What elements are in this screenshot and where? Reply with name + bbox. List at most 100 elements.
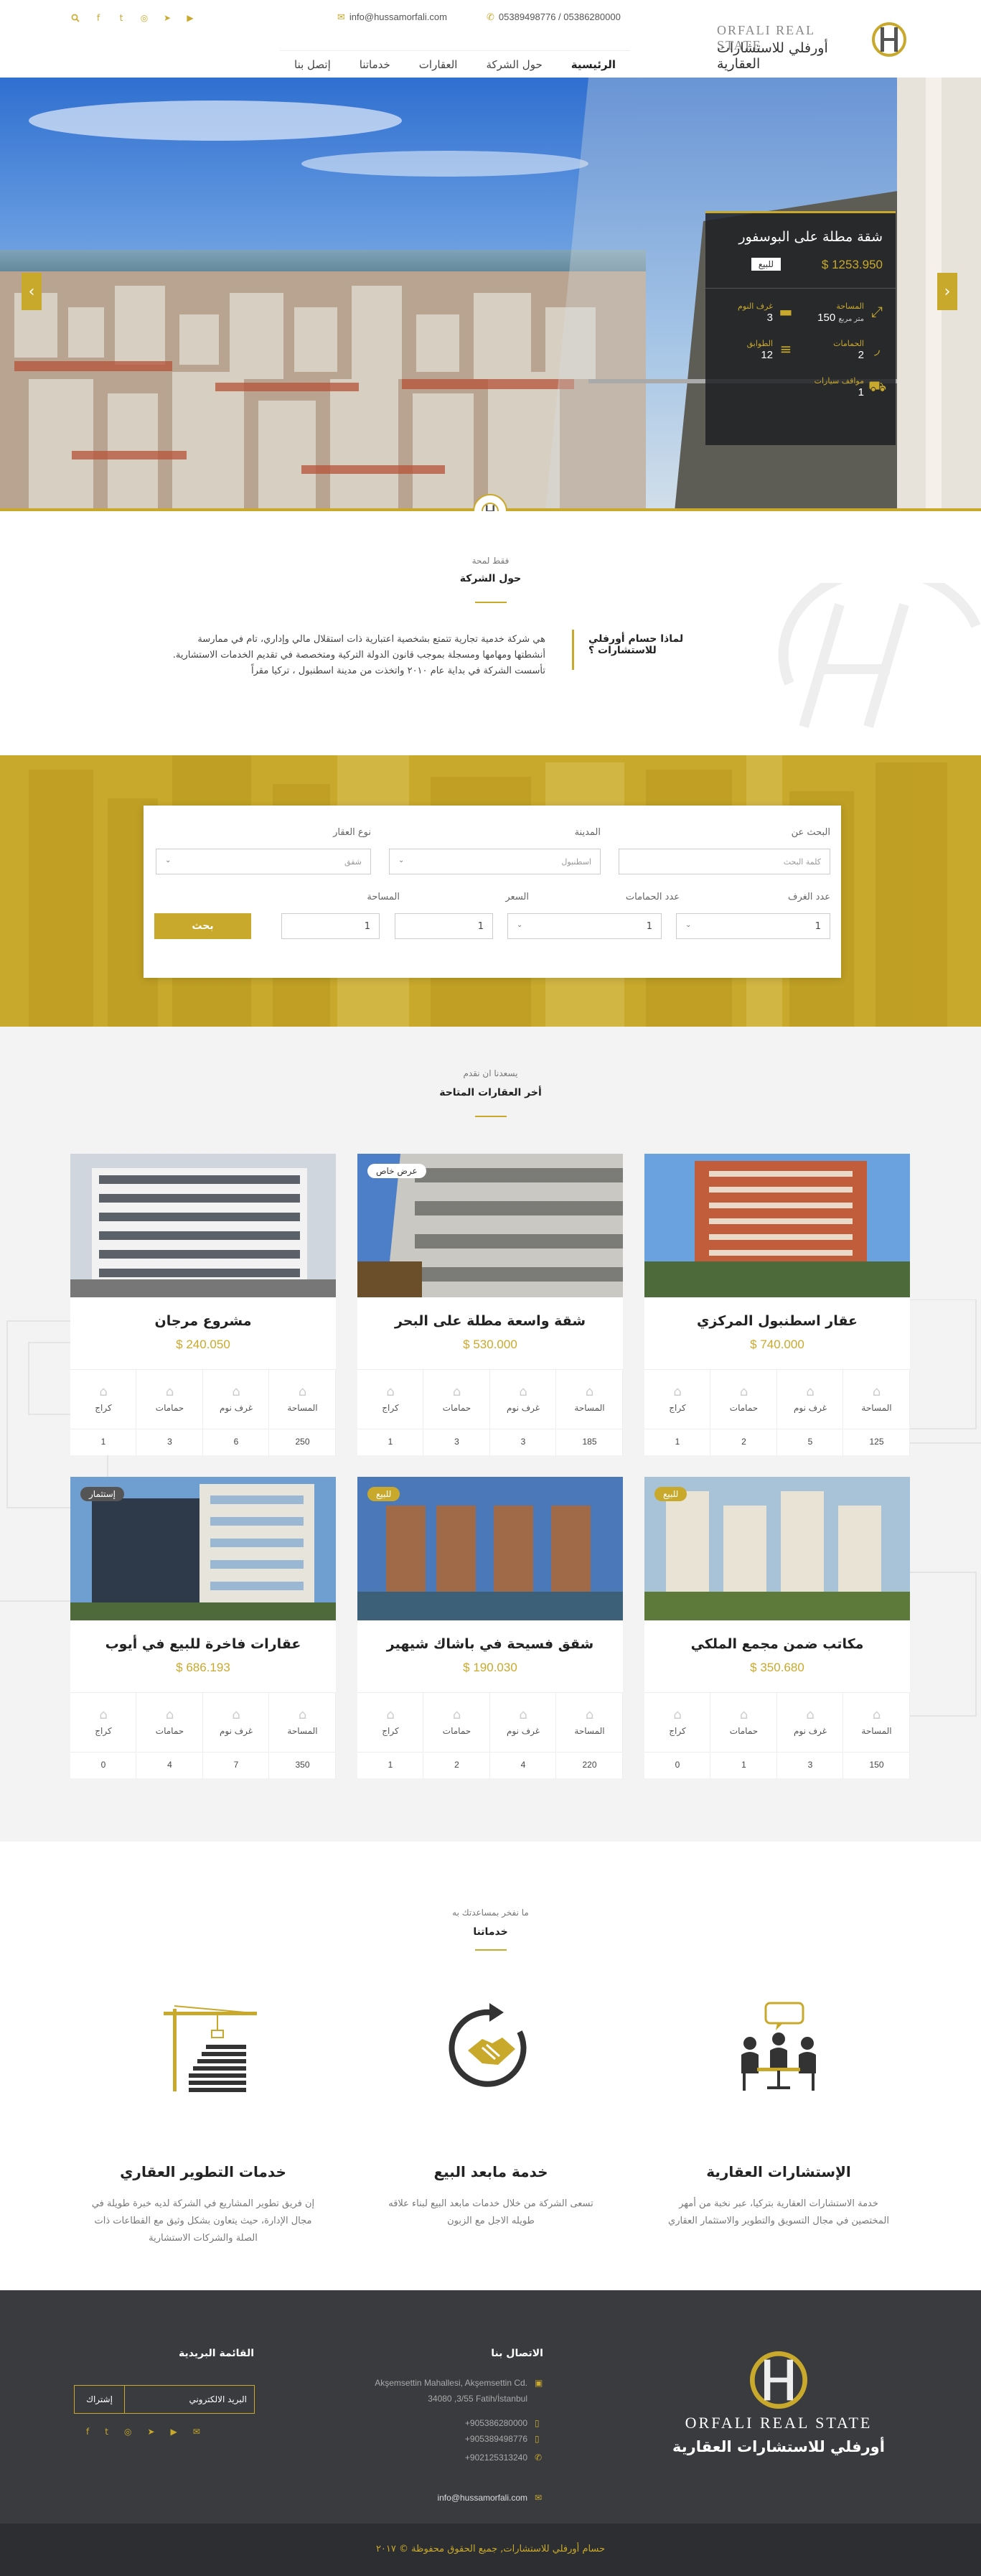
slider-prev-button[interactable]: ‹ — [22, 273, 42, 310]
label-city: المدينة — [574, 827, 601, 838]
services-subtitle: ما نفخر بمساعدتك به — [452, 1908, 529, 1918]
youtube-icon[interactable]: ▶ — [185, 13, 195, 23]
footer-address2: 34080 ,3/55 Fatih/İstanbul — [428, 2394, 527, 2404]
telegram-icon[interactable]: ➤ — [162, 13, 172, 23]
type-select[interactable]: ⌄ شقق — [156, 849, 371, 874]
twitter-icon[interactable]: t — [116, 13, 126, 23]
feature-bedrooms: ▬ غرف النوم 3 — [713, 299, 799, 327]
property-features: ⌂ كراج 0 ⌂ حمامات 4 ⌂ غرف نوم 7 ⌂ المساحة 350 — [70, 1692, 336, 1779]
bath-icon: ⌂ — [165, 1384, 174, 1399]
property-card[interactable]: للبيع مكاتب ضمن مجمع الملكي $ 350.680 ⌂ كراج… — [644, 1477, 910, 1779]
property-title[interactable]: شقق فسيحة في باشاك شيهير — [357, 1636, 623, 1652]
featured-price: $ 1253.950 — [821, 258, 883, 271]
property-feature: ⌂ غرف نوم 6 — [203, 1370, 269, 1456]
property-feature: ⌂ غرف نوم 3 — [490, 1370, 556, 1456]
feature-value: 3 — [423, 1429, 490, 1447]
footer-phone1[interactable]: +905386280000 — [465, 2418, 527, 2428]
feature-label: حمامات — [729, 1403, 759, 1413]
feature-value: 3 — [490, 1429, 556, 1447]
feature-value: 3 — [777, 1752, 843, 1770]
property-image[interactable]: عرض خاص — [357, 1154, 623, 1297]
service-text: إن فريق تطوير المشاريع في الشركة لديه خب… — [91, 2198, 315, 2244]
footer-contact-title: الاتصال بنا — [491, 2348, 543, 2359]
footer-phone3[interactable]: +902125313240 — [465, 2453, 527, 2463]
instagram-icon[interactable]: ◎ — [139, 13, 149, 23]
keyword-input[interactable]: كلمة البحث — [619, 849, 830, 874]
car-icon: ⛟ — [868, 378, 887, 395]
city-select-value: اسطنبول — [561, 857, 591, 867]
listings-title: أخر العقارات المتاحة — [439, 1087, 542, 1098]
featured-title: شقة مطلة على البوسفور — [738, 229, 883, 245]
facebook-icon[interactable]: f — [86, 2427, 89, 2437]
search-icon[interactable] — [70, 13, 80, 23]
property-card[interactable]: مشروع مرجان $ 240.050 ⌂ كراج 1 ⌂ حمامات 3 ⌂ غرف ن… — [70, 1154, 336, 1456]
label-price: السعر — [505, 892, 529, 902]
mail-icon[interactable]: ✉ — [193, 2427, 200, 2437]
feature-area: ⤢ المساحة 150 متر مربع — [804, 299, 890, 327]
property-card[interactable]: للبيع شقق فسيحة في باشاك شيهير $ 190.030 ⌂ ك… — [357, 1477, 623, 1779]
property-image[interactable]: للبيع — [644, 1477, 910, 1620]
service-text: تسعى الشركة من خلال خدمات مابعد البيع لب… — [388, 2198, 593, 2226]
feature-value: 7 — [203, 1752, 269, 1770]
property-card[interactable]: عقار اسطنبول المركزي $ 740.000 ⌂ كراج 1 ⌂ حمام… — [644, 1154, 910, 1456]
property-card[interactable]: عرض خاص شقة واسعة مطلة على البحر $ 530.000… — [357, 1154, 623, 1456]
property-feature: ⌂ كراج 1 — [70, 1370, 136, 1456]
newsletter-email-input[interactable]: البريد الالكتروني — [189, 2394, 247, 2404]
property-title[interactable]: شقة واسعة مطلة على البحر — [357, 1313, 623, 1329]
youtube-icon[interactable]: ▶ — [171, 2427, 177, 2437]
about-subtitle: فقط لمحة — [471, 556, 510, 566]
footer-phone2[interactable]: +905389498776 — [465, 2434, 527, 2444]
label-area: المساحة — [367, 892, 400, 902]
area-icon: ⌂ — [298, 1707, 307, 1722]
feature-label: حمامات — [442, 1726, 471, 1736]
feature-label: كراج — [669, 1403, 686, 1413]
property-image[interactable]: للبيع — [357, 1477, 623, 1620]
bed-icon: ⌂ — [519, 1384, 527, 1399]
chevron-down-icon: ⌄ — [165, 857, 172, 864]
feature-value: 1 — [858, 386, 864, 398]
city-select[interactable]: ⌄ اسطنبول — [389, 849, 601, 874]
property-feature: ⌂ حمامات 2 — [710, 1370, 777, 1456]
property-title[interactable]: عقارات فاخرة للبيع في أيوب — [70, 1636, 336, 1652]
search-section: البحث عن المدينة نوع العقار كلمة البحث ⌄… — [0, 755, 981, 1027]
property-image[interactable] — [644, 1154, 910, 1297]
property-price: $ 530.000 — [463, 1338, 517, 1351]
facebook-icon[interactable]: f — [93, 13, 103, 23]
feature-parking: ⛟ مواقف سيارات 1 — [804, 373, 890, 402]
instagram-icon[interactable]: ◎ — [124, 2427, 131, 2437]
service-title: خدمة مابعد البيع — [433, 2163, 548, 2180]
feature-value: 150 — [843, 1752, 910, 1770]
top-phones[interactable]: ✆ 05389498776 / 05386280000 — [487, 11, 621, 23]
property-card[interactable]: إستثمار عقارات فاخرة للبيع في أيوب $ 686.1… — [70, 1477, 336, 1779]
mail-icon: ✉ — [337, 11, 345, 22]
property-title[interactable]: عقار اسطنبول المركزي — [644, 1313, 910, 1329]
slider-next-button[interactable]: › — [937, 273, 957, 310]
telegram-icon[interactable]: ➤ — [147, 2427, 154, 2437]
property-photo — [644, 1154, 910, 1297]
property-title[interactable]: مكاتب ضمن مجمع الملكي — [644, 1636, 910, 1652]
property-image[interactable]: إستثمار — [70, 1477, 336, 1620]
brand-logo[interactable]: ORFALI REAL STATE أورفلي للاستشارات العق… — [717, 20, 911, 72]
twitter-icon[interactable]: t — [105, 2427, 108, 2437]
bed-icon: ⌂ — [806, 1707, 815, 1722]
newsletter-subscribe-button[interactable]: إشتراك — [75, 2386, 125, 2413]
area-input[interactable]: 1 — [281, 913, 380, 939]
top-email[interactable]: ✉ info@hussamorfali.com — [337, 11, 447, 23]
property-title[interactable]: مشروع مرجان — [70, 1313, 336, 1329]
rooms-select[interactable]: ⌄ 1 — [676, 913, 830, 939]
listings-subtitle: يسعدنا ان نقدم — [463, 1068, 518, 1078]
about-title: حول الشركة — [459, 573, 522, 584]
baths-select[interactable]: ⌄ 1 — [507, 913, 662, 939]
feature-label: حمامات — [155, 1726, 184, 1736]
feature-floors: ≡ الطوابق 12 — [713, 336, 799, 365]
footer-email[interactable]: info@hussamorfali.com — [437, 2493, 527, 2503]
property-image[interactable] — [70, 1154, 336, 1297]
property-feature: ⌂ المساحة 350 — [269, 1693, 336, 1779]
feature-value: 1 — [357, 1429, 423, 1447]
featured-property-card[interactable]: شقة مطلة على البوسفور $ 1253.950 للبيع ⤢… — [705, 211, 896, 445]
price-input[interactable]: 1 — [395, 913, 493, 939]
search-button[interactable]: بحث — [154, 913, 251, 939]
feature-value: 0 — [644, 1752, 710, 1770]
bed-icon: ▬ — [779, 303, 793, 320]
feature-value: 12 — [761, 349, 773, 361]
